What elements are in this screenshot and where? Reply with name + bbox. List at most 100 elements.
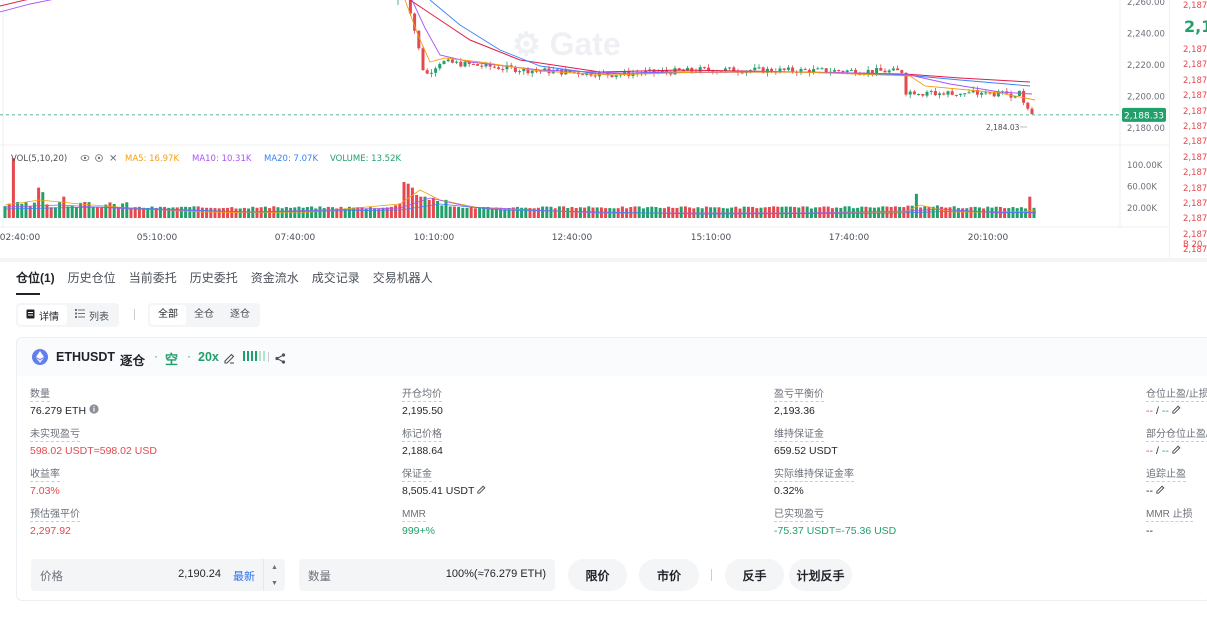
candle-body	[442, 61, 446, 64]
volume-bar	[226, 207, 230, 218]
volume-bar	[772, 206, 776, 218]
tab-trade-history[interactable]: 成交记录	[312, 270, 360, 286]
eth-coin-icon	[32, 349, 48, 365]
volume-bar	[574, 207, 578, 218]
orderbook-row-price: 2,187	[1183, 122, 1207, 132]
filter-all[interactable]: 全部	[150, 305, 186, 325]
price-tick-label: 2,260.00	[1127, 0, 1165, 8]
volume-bar	[1015, 208, 1019, 218]
edit-leverage-icon[interactable]	[224, 351, 235, 369]
trailing-tp-label: 追踪止盈	[1146, 469, 1186, 482]
edit-tp-sl-icon[interactable]	[1172, 404, 1181, 418]
breakeven-price-label: 盈亏平衡价	[774, 389, 824, 402]
partial-sl-value: --	[1161, 445, 1169, 457]
partial-tp-sl-separator: /	[1156, 445, 1159, 457]
volume-legend-ma5: MA5: 16.97K	[125, 154, 179, 164]
avg-open-price-label: 开仓均价	[402, 389, 442, 402]
ma-line-purple	[0, 0, 53, 13]
volume-bar	[696, 207, 700, 218]
volume-bar	[373, 208, 377, 218]
candle-body	[581, 74, 585, 76]
stepper-down-icon[interactable]: ▼	[271, 580, 278, 587]
tab-order-history[interactable]: 历史委托	[190, 270, 238, 286]
current-price-tag-text: 2,188.33	[1124, 111, 1164, 121]
filter-cross[interactable]: 全仓	[186, 305, 222, 325]
tab-positions[interactable]: 仓位(1)	[16, 270, 55, 286]
volume-bar	[469, 207, 473, 218]
volume-bar	[20, 203, 24, 218]
price-tick-label: 2,200.00	[1127, 93, 1165, 103]
volume-bar	[545, 206, 549, 218]
volume-bar	[100, 207, 104, 218]
candle-body	[782, 68, 786, 70]
info-icon[interactable]	[89, 404, 99, 418]
volume-bar	[801, 206, 805, 218]
candle-body	[702, 67, 706, 69]
toolbar-divider	[134, 309, 135, 320]
latest-price-button[interactable]: 最新	[233, 568, 255, 584]
candle-body	[438, 63, 442, 69]
edit-margin-icon[interactable]	[477, 484, 486, 498]
edit-trailing-tp-icon[interactable]	[1156, 484, 1165, 498]
volume-bar	[465, 207, 469, 218]
stepper-up-icon[interactable]: ▲	[271, 564, 278, 571]
reverse-button[interactable]: 反手	[725, 559, 784, 591]
candle-body	[421, 48, 425, 71]
volume-bar	[66, 206, 70, 218]
realized-pnl-value: -75.37 USDT=-75.36 USD	[774, 525, 897, 537]
field-trailing-tp: 追踪止盈 --	[1146, 464, 1186, 498]
tp-value: --	[1146, 405, 1153, 417]
filter-isolated[interactable]: 逐仓	[222, 305, 258, 325]
close-quantity-input[interactable]: 数量 100%(≈76.279 ETH)	[299, 559, 555, 591]
quantity-label: 数量	[30, 389, 50, 402]
candle-body	[614, 75, 618, 77]
edit-partial-tp-sl-icon[interactable]	[1172, 444, 1181, 458]
share-icon[interactable]	[275, 351, 286, 369]
volume-bar	[32, 202, 36, 218]
chart-canvas[interactable]: ⚙ Gate 2,260.00 2,240.00 2,220.00 2,200.00 2…	[0, 0, 1170, 258]
limit-close-button[interactable]: 限价	[568, 559, 627, 591]
volume-bar	[956, 208, 960, 218]
price-input-value[interactable]: 2,190.24	[178, 568, 221, 580]
market-close-button[interactable]: 市价	[639, 559, 699, 591]
candle-body	[883, 70, 887, 73]
candle-body	[912, 91, 916, 95]
breakeven-price-value: 2,193.36	[774, 405, 815, 417]
volume-bar	[788, 206, 792, 218]
partial-tp-sl-label: 部分仓位止盈/	[1146, 429, 1207, 442]
time-tick-label: 10:10:00	[414, 233, 455, 243]
volume-bar	[965, 208, 969, 218]
volume-bar	[121, 203, 125, 218]
tab-position-history[interactable]: 历史仓位	[68, 270, 116, 286]
candle-body	[950, 91, 954, 95]
est-liq-price-value: 2,297.92	[30, 525, 71, 537]
orderbook-row-price: 2,187	[1183, 183, 1207, 194]
price-chart[interactable]: ⚙ Gate 2,260.00 2,240.00 2,220.00 2,200.00 2…	[0, 0, 1170, 258]
candle-body	[753, 67, 757, 71]
candle-body	[921, 94, 925, 96]
volume-legend: VOL(5,10,20) MA5: 16.97K MA10: 10.31K MA20:…	[11, 154, 401, 165]
volume-bar	[793, 206, 797, 218]
orderbook-row-price: 2,187	[1183, 91, 1207, 102]
position-symbol[interactable]: ETHUSDT	[56, 350, 115, 364]
field-breakeven-price: 盈亏平衡价 2,193.36	[774, 384, 824, 418]
close-price-input[interactable]: 价格 2,190.24 最新 ▲ ▼	[31, 559, 285, 591]
candle-body	[820, 68, 824, 70]
maint-margin-value: 659.52 USDT	[774, 445, 838, 457]
field-partial-tp-sl: 部分仓位止盈/ -- / --	[1146, 424, 1207, 458]
volume-bar	[679, 206, 683, 218]
plan-reverse-button[interactable]: 计划反手	[789, 559, 852, 591]
tab-trading-bot[interactable]: 交易机器人	[373, 270, 433, 286]
tab-funding-flow[interactable]: 资金流水	[251, 270, 299, 286]
volume-bar	[108, 202, 112, 218]
volume-bar	[171, 207, 175, 218]
orderbook-row-price: 2,187	[1183, 152, 1207, 163]
detail-view-button[interactable]: 详情	[18, 305, 67, 325]
orderbook-row-price: 2,187	[1183, 168, 1207, 179]
list-view-button[interactable]: 列表	[67, 305, 117, 325]
volume-bar	[751, 206, 755, 218]
quantity-input-value[interactable]: 100%(≈76.279 ETH)	[446, 568, 546, 580]
tab-open-orders[interactable]: 当前委托	[129, 270, 177, 286]
candle-body	[954, 94, 958, 96]
volume-bar	[650, 206, 654, 218]
